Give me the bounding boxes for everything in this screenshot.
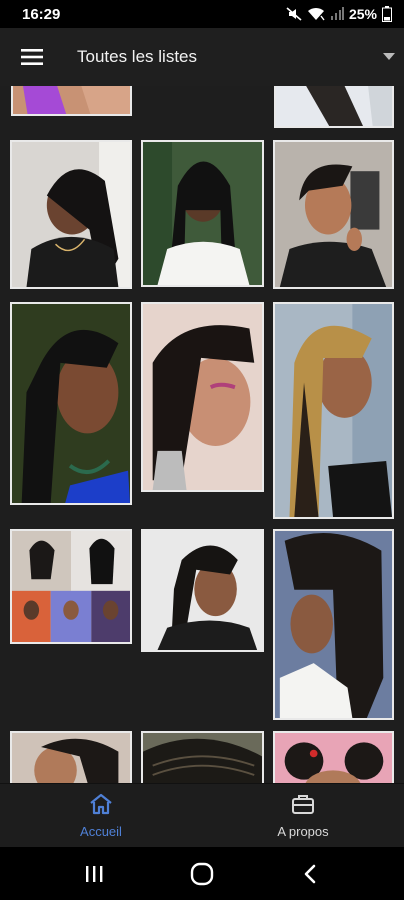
image-gallery [0, 86, 404, 783]
status-time: 16:29 [22, 5, 61, 23]
gallery-image[interactable] [273, 302, 394, 519]
briefcase-icon [291, 793, 315, 820]
gallery-image[interactable] [273, 731, 394, 783]
mute-icon [286, 7, 302, 21]
gallery-image[interactable] [273, 140, 394, 289]
hamburger-menu-icon[interactable] [0, 28, 64, 86]
gallery-image[interactable] [273, 529, 394, 720]
app-bar: Toutes les listes [0, 28, 404, 86]
wifi-icon [307, 7, 325, 21]
gallery-image[interactable] [10, 302, 132, 505]
status-bar: 16:29 25% [0, 0, 404, 28]
home-circle-icon[interactable] [172, 847, 232, 900]
nav-about-label: A propos [277, 823, 329, 839]
status-icons: 25% [286, 6, 392, 22]
nav-home-label: Accueil [80, 823, 122, 839]
recent-apps-icon[interactable] [64, 847, 124, 900]
battery-icon [382, 6, 392, 22]
nav-about[interactable]: A propos [202, 784, 404, 847]
gallery-image[interactable] [10, 731, 132, 783]
gallery-image[interactable] [141, 140, 264, 287]
gallery-image[interactable] [10, 529, 132, 644]
gallery-image[interactable] [11, 86, 132, 116]
gallery-image[interactable] [10, 140, 132, 289]
gallery-image[interactable] [141, 731, 264, 783]
system-navigation-bar [0, 847, 404, 900]
signal-icon [330, 7, 344, 21]
bottom-navigation: Accueil A propos [0, 783, 404, 847]
nav-home[interactable]: Accueil [0, 784, 202, 847]
home-icon [89, 793, 113, 820]
back-chevron-icon[interactable] [280, 847, 340, 900]
gallery-image[interactable] [141, 302, 264, 492]
battery-text: 25% [348, 6, 377, 22]
dropdown-arrow-icon[interactable] [374, 28, 404, 86]
app-title: Toutes les listes [77, 47, 197, 66]
gallery-image[interactable] [141, 529, 264, 652]
gallery-image[interactable] [274, 86, 394, 128]
